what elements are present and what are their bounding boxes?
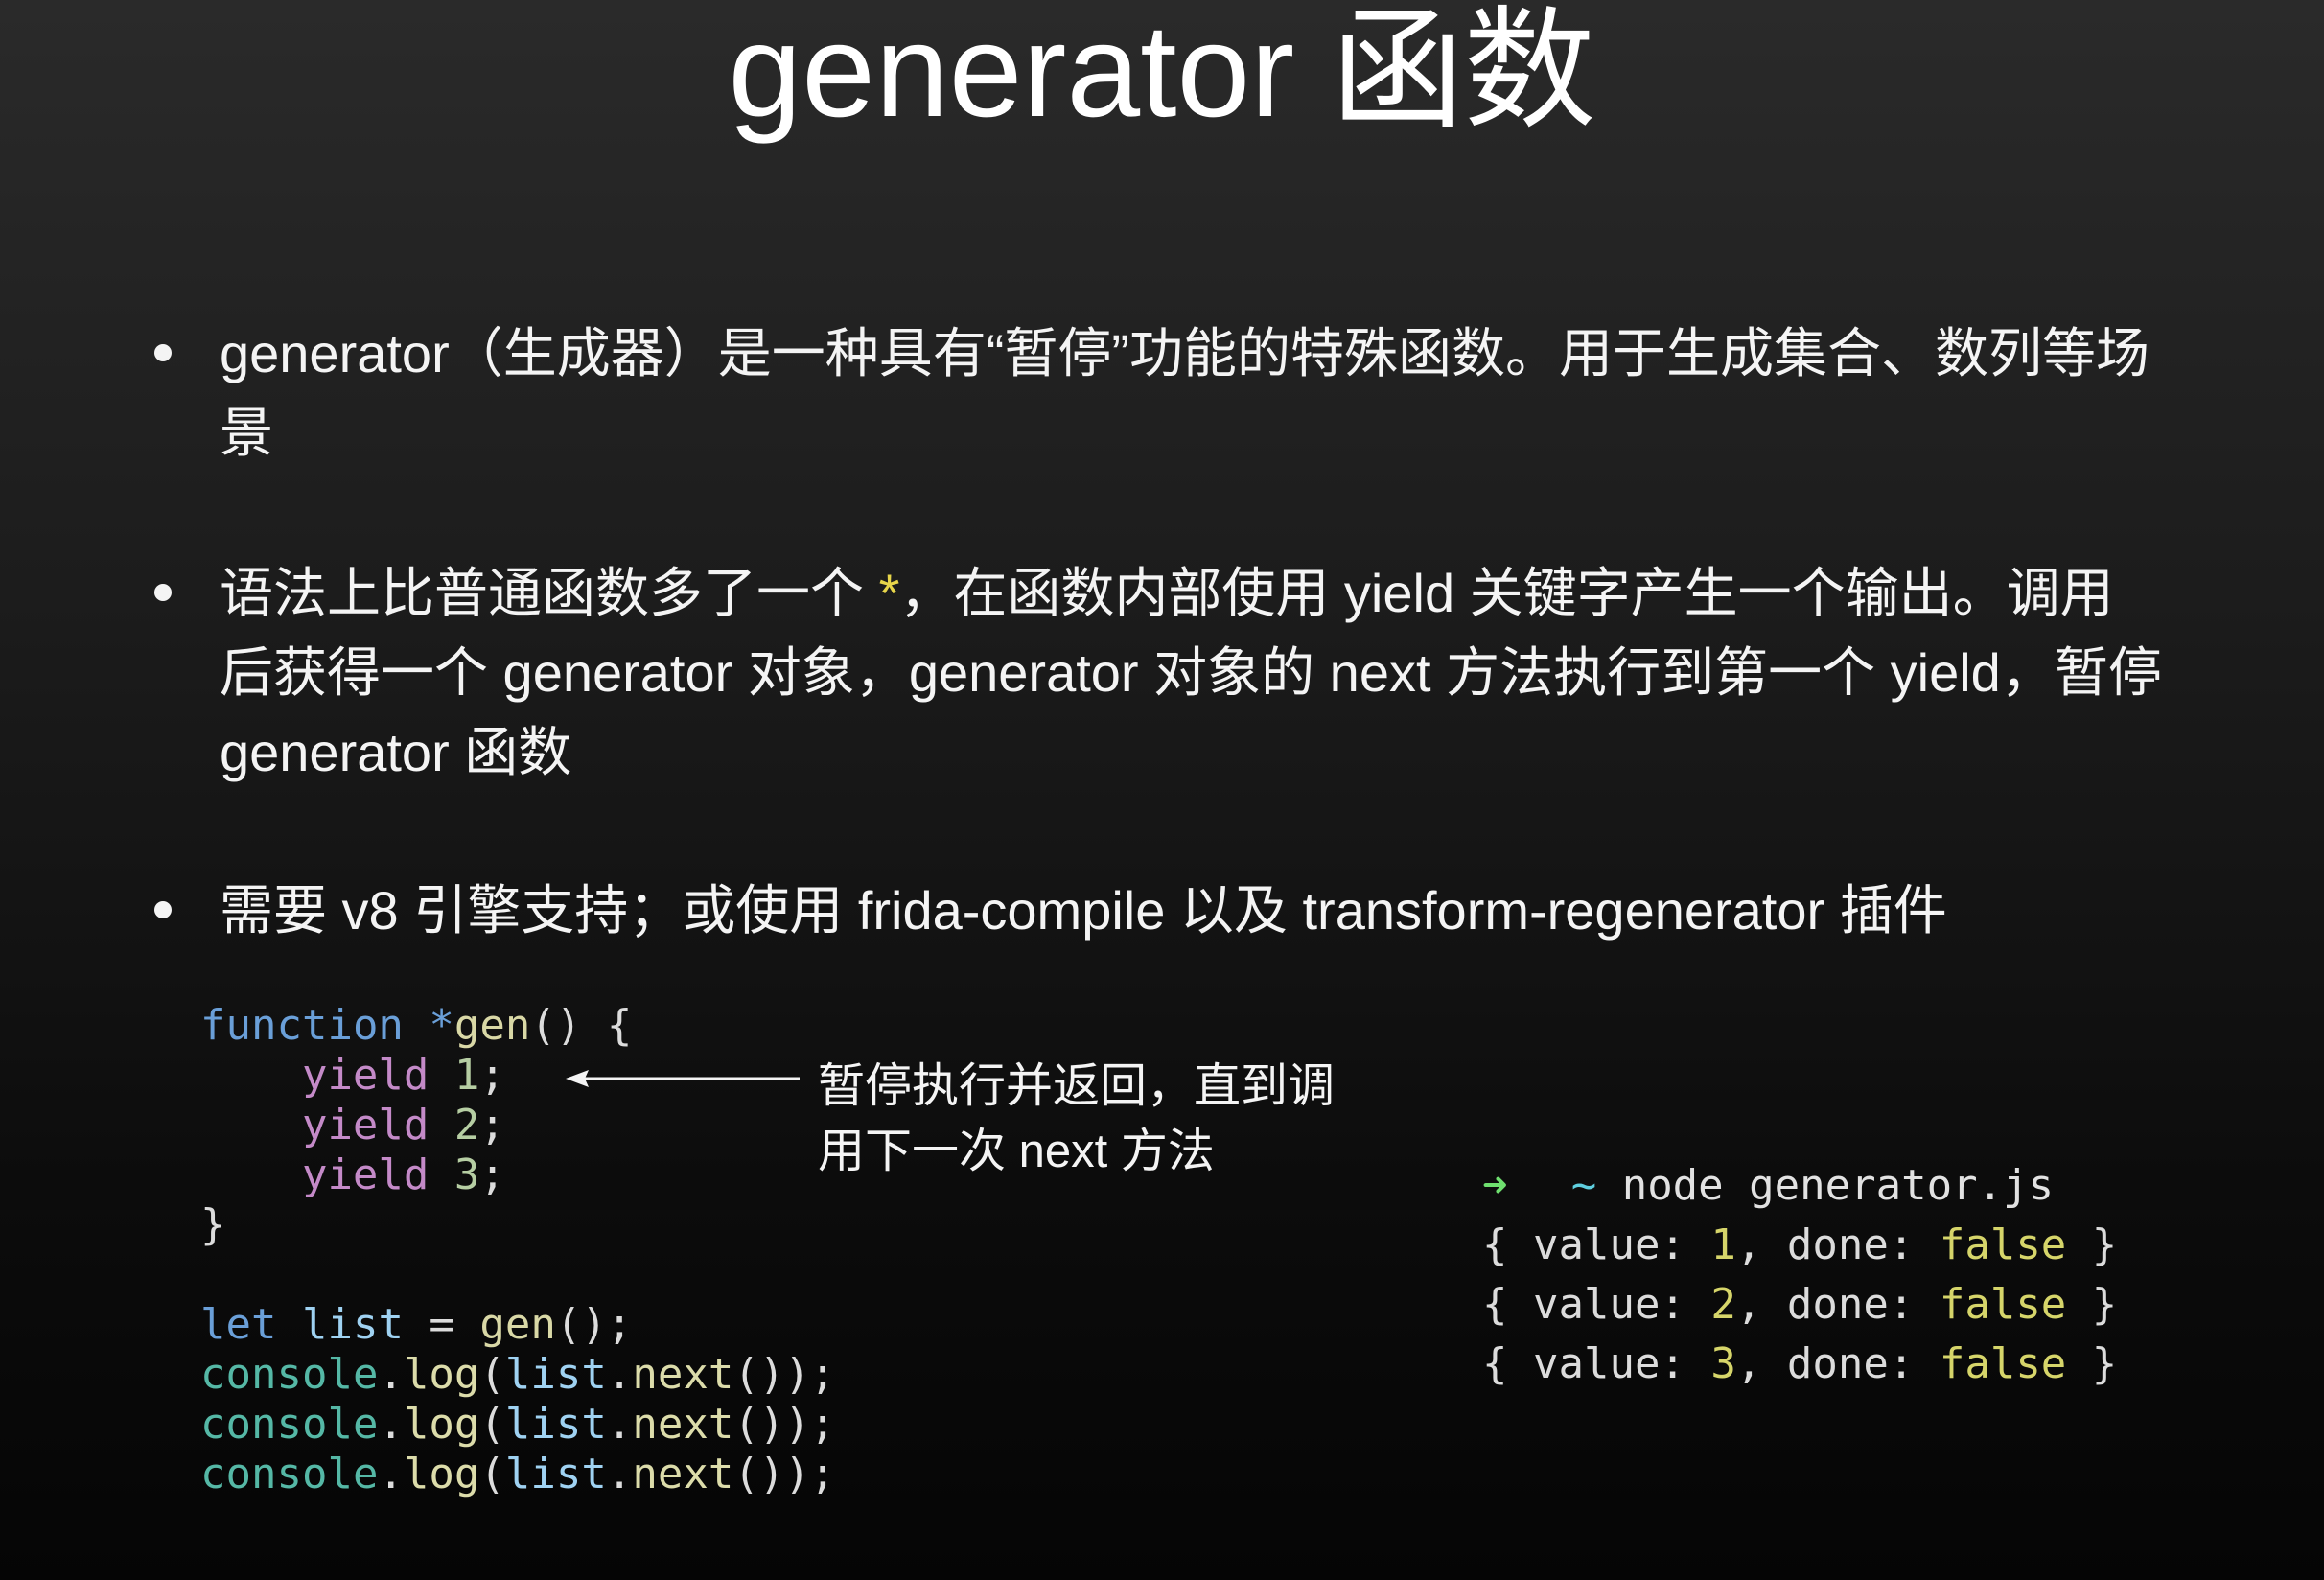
output-text: } (2066, 1280, 2118, 1329)
code-token-yield: yield (301, 1051, 430, 1100)
code-token-object: console (200, 1450, 379, 1499)
terminal-output-line: { value: 1, done: false } (1482, 1216, 2117, 1275)
slide-title: generator 函数 (728, 0, 1596, 145)
terminal-prompt-line: ➜ ~ node generator.js (1482, 1156, 2117, 1216)
code-token-punctuation: . (606, 1400, 633, 1449)
code-line: let list = gen(); (200, 1300, 835, 1350)
code-token-punctuation: . (606, 1350, 633, 1399)
code-token-function-name: gen (453, 1001, 531, 1050)
code-token-function-name: gen (479, 1300, 556, 1349)
output-text: { value: (1482, 1339, 1711, 1388)
output-text: , done: (1735, 1220, 1940, 1269)
output-text: } (2066, 1220, 2118, 1269)
code-token-number: 1 (429, 1051, 480, 1100)
code-token-punctuation: ; (479, 1101, 505, 1150)
code-line: yield 2; (200, 1101, 835, 1150)
terminal-output-line: { value: 2, done: false } (1482, 1275, 2117, 1335)
code-token-variable: list (504, 1400, 607, 1449)
code-token-punctuation: ( (479, 1400, 505, 1449)
code-token-punctuation: ; (479, 1150, 505, 1199)
code-token-variable: list (504, 1450, 607, 1499)
slide: generator 函数 generator（生成器）是一种具有“暂停”功能的特… (0, 0, 2324, 1580)
bullet-dot (154, 584, 172, 601)
bullet-text: generator（生成器）是一种具有“暂停”功能的特殊函数。用于生成集合、数列… (220, 323, 2150, 463)
code-token-punctuation: ( (479, 1350, 505, 1399)
code-token-punctuation: ()); (733, 1350, 836, 1399)
output-value: 3 (1710, 1339, 1736, 1388)
code-line: console.log(list.next()); (200, 1450, 835, 1499)
output-text: } (2066, 1339, 2118, 1388)
code-line: console.log(list.next()); (200, 1350, 835, 1400)
code-token-punctuation: . (378, 1350, 404, 1399)
prompt-cwd: ~ (1570, 1161, 1597, 1210)
code-token-punctuation: ()); (733, 1450, 836, 1499)
code-token-variable: list (504, 1350, 607, 1399)
terminal-output-line: { value: 3, done: false } (1482, 1335, 2117, 1394)
code-token-method: next (632, 1350, 734, 1399)
code-token-punctuation: . (378, 1450, 404, 1499)
bullet-text: 需要 v8 引擎支持；或使用 frida-compile 以及 transfor… (220, 880, 1947, 941)
code-token-punctuation: . (378, 1400, 404, 1449)
bullet-dot (154, 344, 172, 361)
bullet-text-before: 语法上比普通函数多了一个 (220, 563, 879, 623)
code-token-object: console (200, 1400, 379, 1449)
output-text: { value: (1482, 1220, 1711, 1269)
output-done: false (1939, 1280, 2067, 1329)
code-token-keyword: let (200, 1300, 277, 1349)
output-done: false (1939, 1339, 2067, 1388)
bullet-generator-intro: generator（生成器）是一种具有“暂停”功能的特殊函数。用于生成集合、数列… (154, 314, 2166, 473)
code-line: console.log(list.next()); (200, 1400, 835, 1450)
code-token-punctuation: (); (555, 1300, 633, 1349)
code-token-number: 3 (429, 1150, 480, 1199)
code-token-punctuation: ; (479, 1051, 505, 1100)
output-value: 2 (1710, 1280, 1736, 1329)
code-token-method: next (632, 1450, 734, 1499)
yield-annotation: 暂停执行并返回，直到调用下一次 next 方法 (818, 1060, 1336, 1177)
bullet-syntax: 语法上比普通函数多了一个 *，在函数内部使用 yield 关键字产生一个输出。调… (154, 553, 2166, 792)
code-token-method: log (403, 1450, 480, 1499)
code-token-method: log (403, 1400, 480, 1449)
asterisk-highlight: * (878, 563, 900, 623)
output-value: 1 (1710, 1220, 1736, 1269)
code-line: yield 3; (200, 1150, 835, 1200)
bullet-requirements: 需要 v8 引擎支持；或使用 frida-compile 以及 transfor… (154, 871, 2166, 950)
code-token-number: 2 (429, 1101, 480, 1150)
bullet-dot (154, 901, 172, 918)
code-line: } (200, 1200, 835, 1250)
code-token-yield: yield (301, 1150, 430, 1199)
code-token-punctuation: () { (530, 1001, 633, 1050)
terminal-output: ➜ ~ node generator.js { value: 1, done: fa… (1482, 1156, 2117, 1394)
code-token-object: console (200, 1350, 379, 1399)
prompt-command: node generator.js (1621, 1161, 2055, 1210)
code-token-punctuation: ( (479, 1450, 505, 1499)
code-line: function *gen() { (200, 1001, 835, 1051)
prompt-arrow-icon: ➜ (1482, 1161, 1508, 1210)
output-done: false (1939, 1220, 2067, 1269)
code-token-punctuation: ()); (733, 1400, 836, 1449)
code-token-keyword: function * (200, 1001, 454, 1050)
code-token-method: log (403, 1350, 480, 1399)
code-token-yield: yield (301, 1101, 430, 1150)
code-token-method: next (632, 1400, 734, 1449)
code-token-punctuation: = (403, 1300, 480, 1349)
code-token-punctuation: } (200, 1200, 226, 1249)
left-arrow-icon (566, 1070, 800, 1087)
output-text: , done: (1735, 1280, 1940, 1329)
code-token-punctuation: . (606, 1450, 633, 1499)
code-token-variable: list (276, 1300, 404, 1349)
output-text: , done: (1735, 1339, 1940, 1388)
output-text: { value: (1482, 1280, 1711, 1329)
